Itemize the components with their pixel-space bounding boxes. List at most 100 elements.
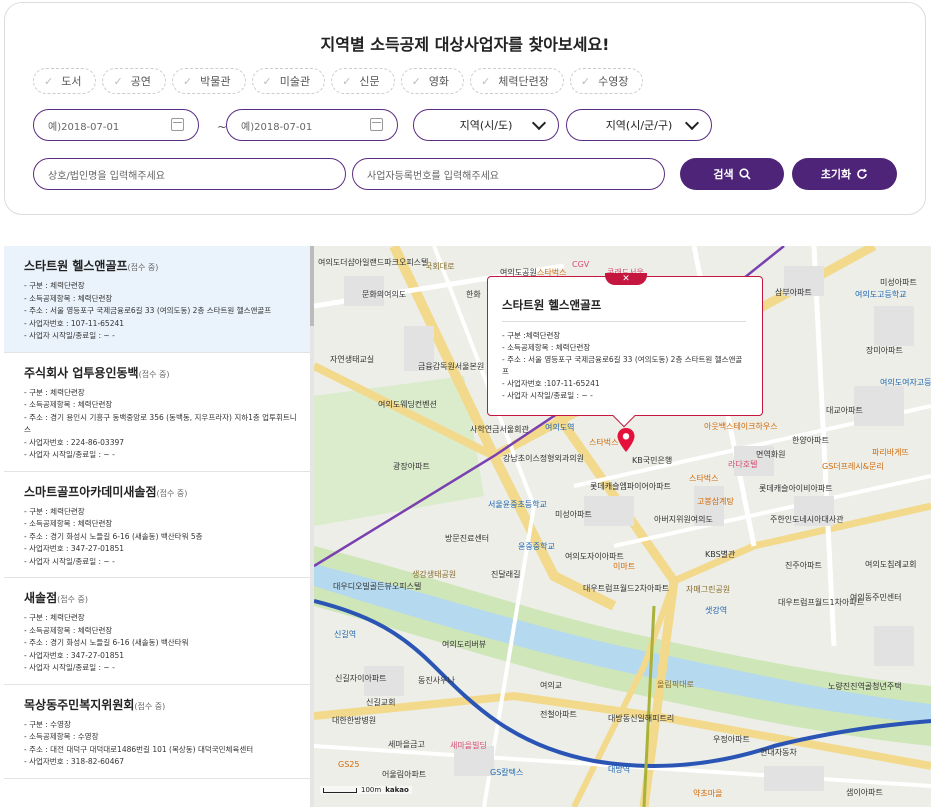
calendar-icon[interactable] <box>370 118 383 131</box>
kakao-logo: kakao <box>385 786 409 794</box>
region-si-label: 지역(시/도) <box>459 119 513 132</box>
category-filters: ✓ 도서 ✓ 공연 ✓ 박물관 ✓ 미술관 ✓ 신문 ✓ 영화 ✓ 체력단련장 ✓ 수영장 <box>33 68 644 94</box>
result-title: 스마트골프아카데미새솔점(접수 중) <box>24 483 298 500</box>
result-detail: - 주소 : 경기 용인시 기흥구 동백중앙로 356 (동백동, 지우프라자)… <box>24 412 297 435</box>
map-pin-icon[interactable] <box>617 428 635 452</box>
category-filter[interactable]: ✓ 도서 <box>33 68 97 94</box>
map-label: 노량진진역골청년주택 <box>828 682 902 691</box>
category-label: 박물관 <box>200 75 231 88</box>
popup-detail: - 구분 :체력단련장 <box>502 331 561 340</box>
category-label: 미술관 <box>279 75 311 88</box>
map-label: GS더프레시&문리 <box>822 462 884 471</box>
map-label: 신길교회 <box>366 698 396 707</box>
status-badge: (접수 중) <box>57 595 88 604</box>
map-label: 자연생태교실 <box>330 355 375 364</box>
check-icon: ✓ <box>342 74 352 88</box>
map-label: 여의교 <box>540 681 563 690</box>
category-filter[interactable]: ✓ 체력단련장 <box>470 68 564 94</box>
popup-detail: - 사업자 시작일/종료일 : ~ - <box>502 391 593 400</box>
result-detail: - 주소 : 경기 화성시 노들길 6-16 (새솔동) 백산타워 <box>24 638 189 647</box>
popup-close-button[interactable]: ✕ <box>605 273 647 285</box>
map-label: KBS별관 <box>705 550 736 559</box>
business-number-input[interactable]: 사업자등록번호를 입력해주세요 <box>352 158 665 190</box>
result-detail: - 사업자 시작일/종료일 : ~ - <box>24 331 115 340</box>
category-filter[interactable]: ✓ 박물관 <box>171 68 246 94</box>
map-label: 스타벅스 <box>589 438 619 447</box>
map-label: 아버지위원여의도 <box>654 515 713 524</box>
map-label: 롯데캐슬엠파이어아파트 <box>590 482 671 491</box>
status-badge: (접수 중) <box>127 263 159 272</box>
map-label: GS칼텍스 <box>490 768 524 777</box>
result-detail: - 사업자번호 : 318-82-60467 <box>24 757 125 766</box>
result-item[interactable]: 스마트골프아카데미새솔점(접수 중) - 구분 : 체력단련장 - 소득공제항목 :… <box>4 472 310 578</box>
category-filter[interactable]: ✓ 공연 <box>102 68 166 94</box>
result-detail: - 구분 : 체력단련장 <box>24 281 85 290</box>
category-filter[interactable]: ✓ 신문 <box>331 68 395 94</box>
map-label: 생강생태공원 <box>412 570 457 579</box>
map-label: 여의도더샵아일랜드파크오피스텔 <box>318 258 429 267</box>
check-icon: ✓ <box>262 74 272 88</box>
result-title: 스타트원 헬스앤골프(접수 중) <box>24 257 298 274</box>
business-number-placeholder: 사업자등록번호를 입력해주세요 <box>367 170 499 182</box>
result-detail: - 소득공제항목 : 체력단련장 <box>24 625 113 635</box>
map-label: CGV <box>572 260 590 269</box>
popup-detail: - 사업자번호 :107-11-65241 <box>502 379 600 388</box>
search-button-label: 검색 <box>713 168 734 181</box>
map-label: GS25 <box>338 760 360 769</box>
date-end-input[interactable]: 예)2018-07-01 <box>226 109 398 141</box>
scale-bar <box>323 787 357 793</box>
category-label: 공연 <box>130 75 151 88</box>
status-badge: (접수 중) <box>138 369 170 379</box>
map-label: 여의도침례교회 <box>865 560 917 569</box>
result-title: 주식회사 업투용인동백(접수 중) <box>24 364 298 381</box>
map-label: 금융감독원서울본원 <box>418 362 485 371</box>
map-label: 새마을빌딩 <box>450 741 487 750</box>
chevron-down-icon <box>531 115 547 131</box>
result-name: 주식회사 업투용인동백 <box>24 365 139 380</box>
category-filter[interactable]: ✓ 영화 <box>400 68 465 94</box>
region-gu-select[interactable]: 지역(시/군/구) <box>566 109 712 141</box>
check-icon: ✓ <box>580 74 591 88</box>
result-detail: - 사업자 시작일/종료일 : ~ - <box>24 663 115 672</box>
result-item[interactable]: 주식회사 업투용인동백(접수 중) - 구분 : 체력단련장 - 소득공제항목 : … <box>4 353 310 472</box>
result-name: 목상동주민복지위원회 <box>24 697 135 712</box>
info-popup: ✕ 스타트원 헬스앤골프 - 구분 :체력단련장 - 소득공제항목 : 체력단련장… <box>487 273 763 428</box>
search-button[interactable]: 검색 <box>680 158 784 190</box>
map-label: 신길역 <box>334 630 357 639</box>
business-name-placeholder: 상호/법인명을 입력해주세요 <box>48 170 165 182</box>
business-name-input[interactable]: 상호/법인명을 입력해주세요 <box>33 158 346 190</box>
result-detail: - 주소 : 서울 영등포구 국제금융로6길 33 (여의도동) 2층 스타트원… <box>24 306 272 315</box>
date-start-input[interactable]: 예)2018-07-01 <box>33 109 199 141</box>
result-detail: - 소득공제항목 : 체력단련장 <box>24 400 113 409</box>
map-scale: 100m kakao <box>320 786 412 794</box>
map-label: 대방역 <box>608 765 631 774</box>
calendar-icon[interactable] <box>171 118 184 131</box>
map-label: 우정아파트 <box>713 735 750 744</box>
result-item[interactable]: 목상동주민복지위원회(접수 중) - 구분 : 수영장 - 소득공제항목 : 수영장… <box>4 685 310 779</box>
map-label: 대방동신일해피트리 <box>608 714 675 723</box>
map-label: 대교아파트 <box>826 406 863 415</box>
map-label: KB국민은행 <box>632 456 673 465</box>
popup-details: - 구분 :체력단련장 - 소득공제항목 : 체력단련장 - 주소 : 서울 영등포… <box>502 330 746 402</box>
result-detail: - 사업자 시작일/종료일 : ~ - <box>24 450 115 459</box>
scale-label: 100m <box>361 786 382 794</box>
result-name: 스타트원 헬스앤골프 <box>24 259 128 273</box>
category-filter[interactable]: ✓ 수영장 <box>569 68 644 94</box>
map-label: 대우디오빌골든뷰오피스텔 <box>333 582 422 591</box>
map-label: 올림픽대로 <box>657 680 694 689</box>
region-si-select[interactable]: 지역(시/도) <box>413 109 559 141</box>
result-item[interactable]: 스타트원 헬스앤골프(접수 중) - 구분 : 체력단련장 - 소득공제항목 : 체… <box>4 246 310 353</box>
check-icon: ✓ <box>182 74 193 88</box>
result-detail: - 사업자 시작일/종료일 : ~ - <box>24 556 115 566</box>
result-detail: - 구분 : 체력단련장 <box>24 506 85 516</box>
reset-button[interactable]: 초기화 <box>792 158 897 190</box>
map-label: 세마을금고 <box>388 740 425 749</box>
map-label: 아웃백스테이크하우스 <box>704 422 778 431</box>
map-label: 서울윤중초등학교 <box>488 500 547 509</box>
category-filter[interactable]: ✓ 미술관 <box>251 68 326 94</box>
result-detail: - 사업자번호 : 347-27-01851 <box>24 544 125 553</box>
map-label: 윤중중학교 <box>518 542 555 551</box>
result-item[interactable]: 새솔점(접수 중) - 구분 : 체력단련장 - 소득공제항목 : 체력단련장 - 주… <box>4 578 310 685</box>
map-label: 여의도고등학교 <box>855 290 907 299</box>
map-label: 미성아파트 <box>555 510 592 519</box>
